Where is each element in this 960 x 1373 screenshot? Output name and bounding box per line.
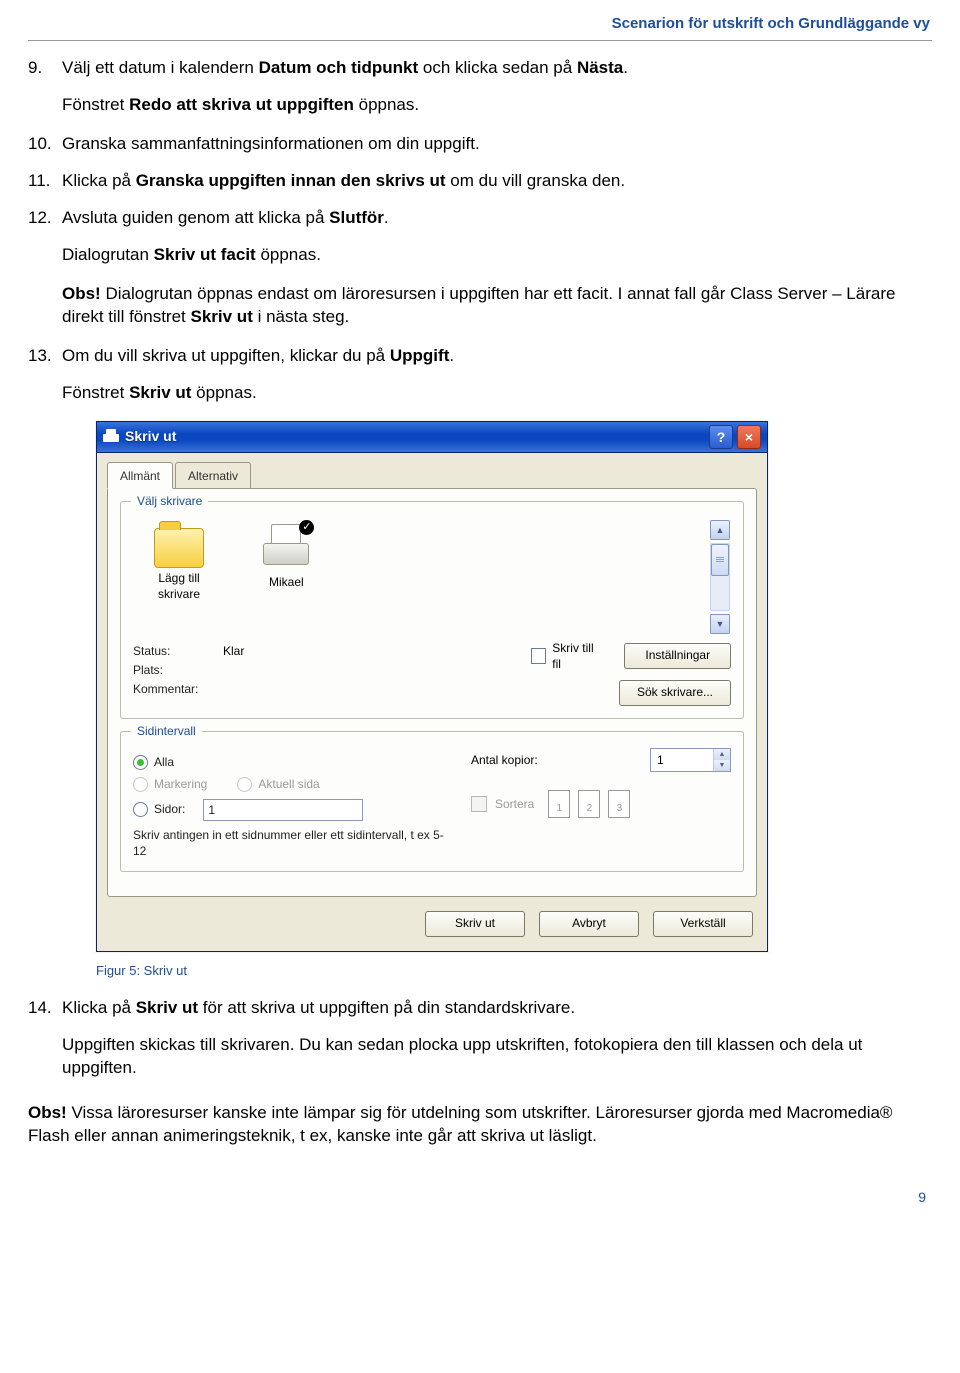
scroll-thumb[interactable] <box>711 544 729 576</box>
tab-allmant[interactable]: Allmänt <box>107 462 173 489</box>
printer-label: Mikael <box>248 574 324 590</box>
step-num: 9. <box>28 57 62 80</box>
step-9-result: Fönstret Redo att skriva ut uppgiften öp… <box>62 94 932 117</box>
scroll-track[interactable] <box>710 543 730 611</box>
pages-hint: Skriv antingen in ett sidnummer eller et… <box>133 827 453 859</box>
footer-note: Obs! Vissa läroresurser kanske inte lämp… <box>28 1102 932 1148</box>
find-printer-button[interactable]: Sök skrivare... <box>619 680 731 706</box>
scroll-down-icon[interactable]: ▼ <box>710 614 730 634</box>
dialog-title: Skriv ut <box>125 427 705 446</box>
printer-icon <box>103 430 119 444</box>
step-num: 11. <box>28 170 62 193</box>
step-12-result: Dialogrutan Skriv ut facit öppnas. <box>62 244 932 267</box>
breadcrumb: Scenarion för utskrift och Grundläggande… <box>28 10 932 40</box>
print-button[interactable]: Skriv ut <box>425 911 525 937</box>
step-14-result: Uppgiften skickas till skrivaren. Du kan… <box>62 1034 932 1080</box>
print-dialog: Skriv ut ? × Allmänt Alternativ Välj skr… <box>96 421 768 952</box>
step-9: Välj ett datum i kalendern Datum och tid… <box>62 57 628 80</box>
status-value: Klar <box>223 643 244 659</box>
spin-down-icon[interactable]: ▼ <box>713 760 730 771</box>
dialog-buttons: Skriv ut Avbryt Verkställ <box>97 907 767 951</box>
plats-label: Plats: <box>133 662 223 678</box>
status-label: Status: <box>133 643 223 659</box>
step-12: Avsluta guiden genom att klicka på Slutf… <box>62 207 389 230</box>
settings-button[interactable]: Inställningar <box>624 643 731 669</box>
collate-label: Sortera <box>495 796 534 812</box>
cancel-button[interactable]: Avbryt <box>539 911 639 937</box>
step-num: 10. <box>28 133 62 156</box>
radio-all[interactable] <box>133 755 148 770</box>
close-button[interactable]: × <box>737 425 761 449</box>
kommentar-label: Kommentar: <box>133 681 223 697</box>
tab-panel-allmant: Välj skrivare Lägg till skrivare ✓ Mikae… <box>107 488 757 897</box>
group-select-printer: Välj skrivare Lägg till skrivare ✓ Mikae… <box>120 501 744 719</box>
printer-icon: ✓ <box>262 524 310 568</box>
pages-input[interactable]: 1 <box>203 799 363 821</box>
printer-scrollbar[interactable]: ▲ ▼ <box>711 520 729 634</box>
page-number: 9 <box>28 1164 932 1217</box>
default-check-icon: ✓ <box>299 520 314 535</box>
collate-checkbox <box>471 796 487 812</box>
step-12-note: Obs! Dialogrutan öppnas endast om lärore… <box>62 283 932 329</box>
printer-info: Status:Klar Plats: Kommentar: <box>133 640 519 706</box>
tab-strip: Allmänt Alternativ <box>97 453 767 488</box>
step-num: 13. <box>28 345 62 368</box>
radio-pages-label: Sidor: <box>154 801 185 817</box>
step-14: Klicka på Skriv ut för att skriva ut upp… <box>62 997 575 1020</box>
tab-alternativ[interactable]: Alternativ <box>175 462 251 489</box>
copies-spinner[interactable]: 1 ▲ ▼ <box>650 748 731 772</box>
radio-pages-row[interactable]: Sidor: 1 <box>133 799 453 821</box>
collate-icon: 1 2 3 <box>548 790 630 818</box>
figure-caption: Figur 5: Skriv ut <box>96 962 932 980</box>
printer-mikael[interactable]: ✓ Mikael <box>248 524 324 590</box>
divider <box>28 40 932 41</box>
radio-current <box>237 777 252 792</box>
print-dialog-figure: Skriv ut ? × Allmänt Alternativ Välj skr… <box>96 421 932 952</box>
scroll-up-icon[interactable]: ▲ <box>710 520 730 540</box>
group-page-range: Sidintervall Alla Markering <box>120 731 744 872</box>
step-11: Klicka på Granska uppgiften innan den sk… <box>62 170 625 193</box>
copies-label: Antal kopior: <box>471 752 538 768</box>
radio-selection <box>133 777 148 792</box>
step-13: Om du vill skriva ut uppgiften, klickar … <box>62 345 454 368</box>
apply-button[interactable]: Verkställ <box>653 911 753 937</box>
step-num: 14. <box>28 997 62 1020</box>
radio-pages[interactable] <box>133 802 148 817</box>
group-label: Välj skrivare <box>131 493 208 509</box>
spin-up-icon[interactable]: ▲ <box>713 749 730 760</box>
step-num: 12. <box>28 207 62 230</box>
add-printer-icon <box>154 528 204 568</box>
titlebar[interactable]: Skriv ut ? × <box>97 422 767 453</box>
radio-selection-row: Markering Aktuell sida <box>133 776 453 792</box>
group-label: Sidintervall <box>131 723 202 739</box>
step-13-result: Fönstret Skriv ut öppnas. <box>62 382 932 405</box>
printer-add[interactable]: Lägg till skrivare <box>141 524 217 602</box>
print-to-file-label: Skriv till fil <box>552 640 603 672</box>
printer-label: Lägg till skrivare <box>141 570 217 602</box>
print-to-file-checkbox[interactable] <box>531 648 546 664</box>
radio-all-label: Alla <box>154 754 174 770</box>
step-10: Granska sammanfattningsinformationen om … <box>62 133 480 156</box>
radio-all-row[interactable]: Alla <box>133 754 453 770</box>
help-button[interactable]: ? <box>709 425 733 449</box>
printer-list: Lägg till skrivare ✓ Mikael ▲ <box>133 518 731 636</box>
radio-current-label: Aktuell sida <box>258 776 319 792</box>
copies-value[interactable]: 1 <box>651 749 713 771</box>
radio-selection-label: Markering <box>154 776 207 792</box>
step-list: 9. Välj ett datum i kalendern Datum och … <box>28 57 932 80</box>
